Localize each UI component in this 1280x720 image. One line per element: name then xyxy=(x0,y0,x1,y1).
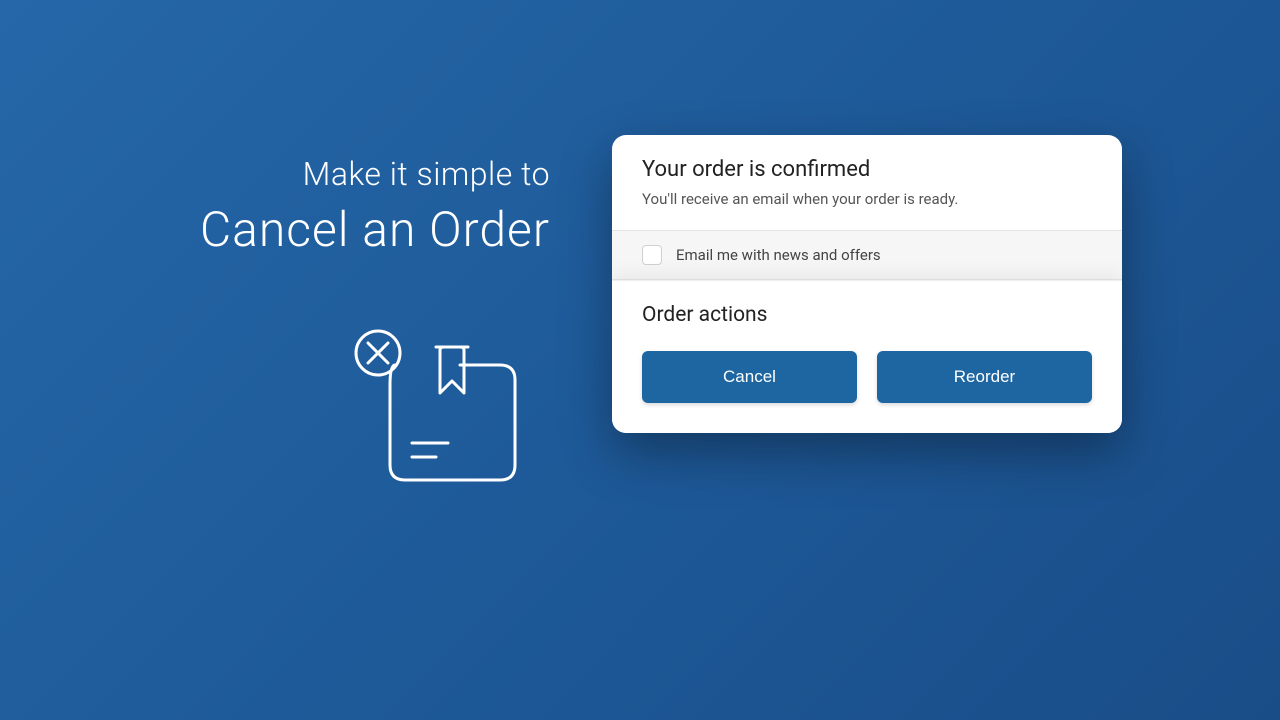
confirmation-title: Your order is confirmed xyxy=(642,157,1092,182)
promo-line-2: Cancel an Order xyxy=(130,201,550,258)
order-actions-title: Order actions xyxy=(642,303,1092,327)
cancel-button[interactable]: Cancel xyxy=(642,351,857,403)
order-actions-buttons: Cancel Reorder xyxy=(642,351,1092,403)
confirmation-subtitle: You'll receive an email when your order … xyxy=(642,190,1092,208)
promo-line-1: Make it simple to xyxy=(130,155,550,193)
order-actions-section: Order actions Cancel Reorder xyxy=(612,280,1122,433)
confirmation-section: Your order is confirmed You'll receive a… xyxy=(612,135,1122,230)
reorder-button[interactable]: Reorder xyxy=(877,351,1092,403)
order-confirmation-card: Your order is confirmed You'll receive a… xyxy=(612,135,1122,433)
package-doodle-icon xyxy=(340,315,540,509)
marketing-checkbox[interactable] xyxy=(642,245,662,265)
promo-headline: Make it simple to Cancel an Order xyxy=(130,155,550,258)
marketing-optin-row[interactable]: Email me with news and offers xyxy=(612,230,1122,280)
marketing-checkbox-label: Email me with news and offers xyxy=(676,246,881,264)
